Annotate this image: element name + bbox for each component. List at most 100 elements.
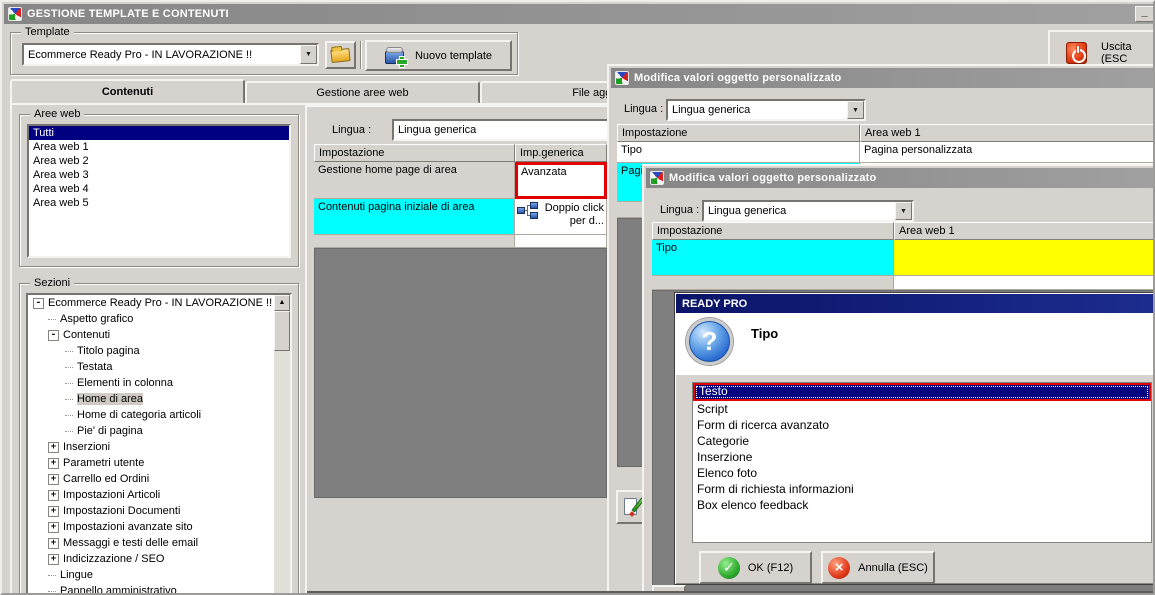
scroll-up-icon[interactable]: ▲: [274, 295, 290, 311]
dialog2-value-cell[interactable]: [894, 240, 1153, 276]
expand-icon[interactable]: +: [48, 441, 59, 453]
tree-item[interactable]: + Indicizzazione / SEO: [28, 551, 274, 567]
tree-item[interactable]: + Messaggi e testi delle email: [28, 535, 274, 551]
ready-pro-titlebar: READY PRO: [676, 294, 1153, 313]
option-item[interactable]: Categorie: [693, 433, 1151, 449]
content-grid-col2-header: Imp.generica: [515, 144, 607, 162]
tree-item[interactable]: Home di categoria articoli: [28, 407, 274, 423]
option-item[interactable]: Inserzione: [693, 449, 1151, 465]
expand-icon[interactable]: +: [48, 521, 59, 533]
ok-button-label: OK (F12): [747, 561, 794, 574]
dialog1-titlebar: Modifica valori oggetto personalizzato: [611, 68, 1153, 88]
bottom-edge-strip: [307, 591, 1153, 593]
tree-scrollbar[interactable]: ▲: [274, 295, 290, 593]
aree-web-item[interactable]: Area web 5: [29, 196, 289, 210]
tree-item[interactable]: + Impostazioni avanzate sito: [28, 519, 274, 535]
content-lingua-value: Lingua generica: [398, 124, 477, 136]
content-lingua-label: Lingua :: [332, 124, 372, 136]
dialog1-col1-header: Impostazione: [617, 124, 860, 142]
ready-pro-option-list: Testo Script Form di ricerca avanzato Ca…: [692, 382, 1152, 543]
sitemap-icon: [517, 202, 539, 219]
tree-item[interactable]: + Impostazioni Documenti: [28, 503, 274, 519]
dialog2-lingua-combobox[interactable]: Lingua generica ▼: [702, 200, 914, 222]
tree-item[interactable]: + Carrello ed Ordini: [28, 471, 274, 487]
content-lingua-combobox[interactable]: Lingua generica: [392, 119, 622, 141]
tree-item[interactable]: Elementi in colonna: [28, 375, 274, 391]
dialog1-title: Modifica valori oggetto personalizzato: [634, 72, 842, 84]
tree-item[interactable]: Pie' di pagina: [28, 423, 274, 439]
expand-icon[interactable]: +: [48, 457, 59, 469]
collapse-icon[interactable]: -: [48, 329, 59, 341]
dialog2-col1-header: Impostazione: [652, 222, 894, 240]
aree-web-item[interactable]: Area web 4: [29, 182, 289, 196]
dialog2-grid-row[interactable]: Tipo: [652, 240, 1153, 276]
expand-icon[interactable]: +: [48, 505, 59, 517]
aree-web-item[interactable]: Tutti: [29, 126, 289, 140]
content-grid: Impostazione Imp.generica Gestione home …: [314, 144, 607, 498]
tab-gestione-aree-web[interactable]: Gestione aree web: [245, 81, 480, 104]
aree-web-item[interactable]: Area web 1: [29, 140, 289, 154]
collapse-icon[interactable]: -: [33, 297, 44, 309]
tree-item[interactable]: + Parametri utente: [28, 455, 274, 471]
dialog2-edit-button[interactable]: [652, 585, 686, 593]
dialog2-titlebar: Modifica valori oggetto personalizzato: [646, 168, 1153, 188]
ready-pro-field-label: Tipo: [751, 326, 779, 341]
new-template-icon: [384, 46, 407, 67]
tree-item[interactable]: Pannello amministrativo: [28, 583, 274, 593]
ready-pro-window: READY PRO ? Tipo Testo Script Form di ri…: [674, 292, 1153, 585]
chevron-down-icon[interactable]: ▼: [847, 101, 864, 119]
aree-web-item[interactable]: Area web 3: [29, 168, 289, 182]
tab-contenuti[interactable]: Contenuti: [10, 79, 245, 104]
scrollbar-thumb[interactable]: [274, 311, 290, 351]
option-item[interactable]: Elenco foto: [693, 465, 1151, 481]
option-item-selected[interactable]: Testo: [693, 383, 1151, 401]
option-item[interactable]: Form di ricerca avanzato: [693, 417, 1151, 433]
chevron-down-icon[interactable]: ▼: [300, 45, 317, 64]
dialog2-icon: [650, 171, 664, 185]
content-grid-row[interactable]: Contenuti pagina iniziale di area Doppio…: [314, 199, 607, 235]
ok-button[interactable]: ✓ OK (F12): [699, 551, 812, 584]
expand-icon[interactable]: +: [48, 489, 59, 501]
app-logo-icon: [8, 7, 22, 21]
aree-web-listbox: Tutti Area web 1 Area web 2 Area web 3 A…: [27, 124, 291, 258]
power-icon: [1066, 41, 1088, 64]
option-item[interactable]: Form di richiesta informazioni: [693, 481, 1151, 497]
dialog1-lingua-combobox[interactable]: Lingua generica ▼: [666, 99, 866, 121]
content-grid-row[interactable]: Gestione home page di area Avanzata: [314, 162, 607, 199]
template-groupbox-label: Template: [21, 26, 74, 38]
template-combobox[interactable]: Ecommerce Ready Pro - IN LAVORAZIONE !! …: [22, 43, 319, 66]
check-icon: ✓: [717, 556, 740, 579]
doppio-click-cell[interactable]: Doppio click per d...: [515, 199, 607, 235]
tree-item[interactable]: + Impostazioni Articoli: [28, 487, 274, 503]
tree-item[interactable]: + Inserzioni: [28, 439, 274, 455]
option-item[interactable]: Box elenco feedback: [693, 497, 1151, 513]
expand-icon[interactable]: +: [48, 537, 59, 549]
tree-item-selected[interactable]: Home di area: [28, 391, 274, 407]
minimize-glyph: _: [1141, 6, 1148, 18]
tree-item[interactable]: Testata: [28, 359, 274, 375]
dialog2-grid-row[interactable]: [652, 276, 1153, 290]
edit-pencil-icon: [623, 497, 645, 517]
chevron-down-icon[interactable]: ▼: [895, 202, 912, 220]
cancel-button[interactable]: × Annulla (ESC): [821, 551, 935, 584]
minimize-button[interactable]: _: [1135, 6, 1153, 22]
expand-icon[interactable]: +: [48, 473, 59, 485]
new-template-button[interactable]: Nuovo template: [365, 40, 512, 71]
folder-icon: [330, 47, 351, 63]
dialog1-grid-row[interactable]: Tipo Pagina personalizzata: [617, 142, 1153, 163]
aree-web-item[interactable]: Area web 2: [29, 154, 289, 168]
tree-item[interactable]: - Ecommerce Ready Pro - IN LAVORAZIONE !!: [28, 295, 274, 311]
tree-item[interactable]: - Contenuti: [28, 327, 274, 343]
content-grid-row[interactable]: [314, 235, 607, 248]
cancel-button-label: Annulla (ESC): [858, 561, 928, 574]
tree-item[interactable]: Aspetto grafico: [28, 311, 274, 327]
expand-icon[interactable]: +: [48, 553, 59, 565]
tree-item[interactable]: Titolo pagina: [28, 343, 274, 359]
option-item[interactable]: Script: [693, 401, 1151, 417]
open-template-button[interactable]: [325, 41, 356, 69]
tree-item[interactable]: Lingue: [28, 567, 274, 583]
avanzata-value-cell[interactable]: Avanzata: [515, 162, 607, 199]
content-grid-empty-area: [314, 248, 607, 498]
x-icon: ×: [828, 556, 851, 579]
tab-gestione-aree-web-label: Gestione aree web: [316, 86, 409, 99]
